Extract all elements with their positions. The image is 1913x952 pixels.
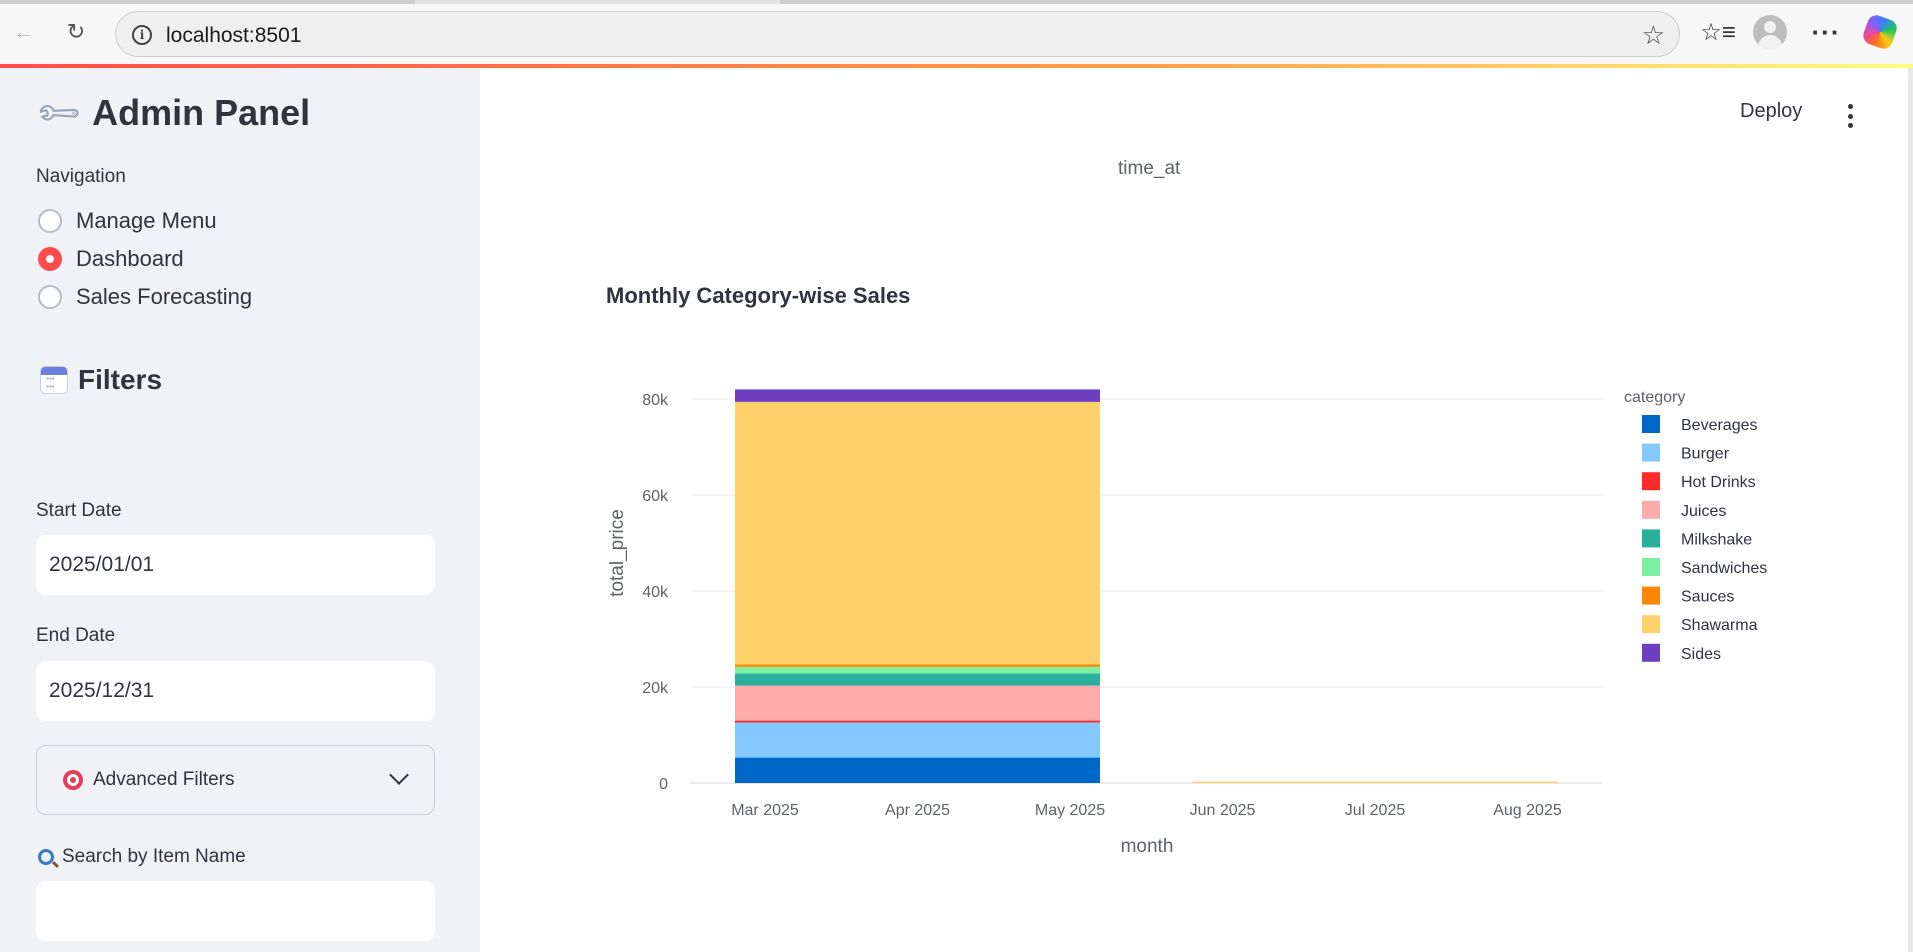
tab-indicator[interactable] — [0, 0, 415, 4]
legend-swatch[interactable] — [1642, 615, 1660, 634]
advanced-filters-expander[interactable]: Advanced Filters — [36, 745, 435, 815]
chart-title: Monthly Category-wise Sales — [606, 283, 911, 308]
chart-legend[interactable]: category Beverages Burger Hot Drinks Juices… — [1624, 389, 1767, 663]
radio-button-selected[interactable] — [38, 247, 62, 271]
bar-segment[interactable] — [735, 685, 1100, 721]
nav-option-dashboard[interactable]: Dashboard — [38, 246, 184, 272]
chart-bars[interactable] — [735, 389, 1558, 784]
x-tick-label: Aug 2025 — [1493, 802, 1562, 819]
radio-button[interactable] — [38, 209, 62, 233]
legend-swatch[interactable] — [1642, 415, 1660, 433]
legend-item-label[interactable]: Milkshake — [1681, 531, 1752, 548]
bar-segment[interactable] — [735, 720, 1100, 723]
legend-swatch[interactable] — [1642, 529, 1660, 548]
legend-swatch[interactable] — [1642, 443, 1660, 462]
wrench-icon: 🔧︎ — [33, 87, 85, 139]
legend-item-label[interactable]: Sandwiches — [1681, 560, 1767, 577]
bar-segment[interactable] — [735, 666, 1100, 674]
search-label-text: Search by Item Name — [62, 846, 246, 867]
end-date-label: End Date — [36, 625, 116, 646]
address-bar[interactable]: i localhost:8501 ☆ — [115, 11, 1680, 57]
legend-swatch[interactable] — [1642, 558, 1660, 576]
x-tick-label: May 2025 — [1035, 802, 1105, 819]
nav-option-label: Sales Forecasting — [76, 284, 253, 309]
reload-icon[interactable]: ↻ — [60, 16, 92, 48]
bar-segment[interactable] — [735, 664, 1100, 667]
copilot-icon[interactable] — [1860, 12, 1900, 52]
previous-chart-axis-label: time_at — [1118, 158, 1181, 179]
scrollbar[interactable] — [1908, 68, 1913, 952]
profile-icon[interactable] — [1752, 14, 1788, 50]
stacked-bar-chart[interactable]: 0 20k 40k 60k 80k Mar 2025 Apr 2025 May 2025 Jun… — [590, 375, 1830, 875]
nav-option-label: Dashboard — [76, 246, 184, 271]
radio-button[interactable] — [38, 285, 62, 309]
bar-segment[interactable] — [735, 673, 1100, 686]
sidebar-title-text: Admin Panel — [92, 92, 311, 133]
navigation-label: Navigation — [36, 166, 126, 187]
legend-item-label[interactable]: Sides — [1681, 646, 1721, 663]
more-icon[interactable]: ··· — [1808, 14, 1844, 50]
deploy-button[interactable]: Deploy — [1740, 100, 1802, 123]
x-tick-label: Apr 2025 — [885, 802, 950, 819]
filters-heading: Filters — [40, 364, 162, 396]
legend-title: category — [1624, 389, 1685, 406]
favorites-icon[interactable]: ☆≡ — [1700, 14, 1736, 50]
x-tick-label: Mar 2025 — [731, 802, 799, 819]
target-icon — [63, 770, 83, 790]
sidebar-title: 🔧︎ Admin Panel — [34, 88, 311, 138]
legend-item-label[interactable]: Beverages — [1681, 417, 1758, 434]
end-date-input[interactable] — [36, 661, 435, 721]
advanced-filters-label: Advanced Filters — [93, 769, 235, 790]
start-date-label: Start Date — [36, 500, 122, 521]
y-axis-label: total_price — [607, 509, 628, 597]
legend-item-label[interactable]: Sauces — [1681, 589, 1734, 606]
star-icon[interactable]: ☆ — [1642, 20, 1665, 51]
legend-item-label[interactable]: Juices — [1681, 503, 1726, 520]
browser-toolbar: ← ↻ i localhost:8501 ☆ ☆≡ ··· — [0, 0, 1913, 64]
tab-indicator[interactable] — [780, 0, 1913, 4]
search-input[interactable] — [36, 881, 435, 941]
calendar-icon — [40, 366, 68, 394]
y-tick-label: 20k — [642, 680, 669, 697]
y-tick-label: 80k — [642, 392, 669, 409]
bar-segment[interactable] — [735, 757, 1100, 783]
url-text[interactable]: localhost:8501 — [166, 24, 301, 48]
search-icon — [38, 849, 54, 865]
info-icon[interactable]: i — [132, 25, 152, 45]
legend-swatch[interactable] — [1642, 472, 1660, 491]
x-tick-label: Jun 2025 — [1190, 802, 1256, 819]
bar-segment[interactable] — [735, 401, 1100, 665]
x-axis-label: month — [1121, 836, 1174, 857]
legend-item-label[interactable]: Shawarma — [1681, 617, 1758, 634]
main-menu-icon[interactable] — [1846, 104, 1854, 128]
filters-heading-text: Filters — [78, 364, 163, 395]
nav-option-manage-menu[interactable]: Manage Menu — [38, 208, 217, 234]
nav-option-sales-forecasting[interactable]: Sales Forecasting — [38, 284, 252, 310]
back-arrow-icon[interactable]: ← — [8, 16, 40, 48]
y-tick-label: 40k — [642, 584, 669, 601]
x-tick-label: Jul 2025 — [1345, 802, 1406, 819]
legend-swatch[interactable] — [1642, 643, 1660, 662]
legend-item-label[interactable]: Burger — [1681, 446, 1730, 463]
legend-swatch[interactable] — [1642, 500, 1660, 519]
y-tick-label: 60k — [642, 488, 669, 505]
nav-option-label: Manage Menu — [76, 208, 217, 233]
legend-swatch[interactable] — [1642, 586, 1660, 605]
tab-strip — [0, 0, 1913, 4]
chevron-down-icon[interactable] — [389, 765, 409, 785]
search-label: Search by Item Name — [38, 846, 246, 868]
bar-segment[interactable] — [735, 722, 1100, 758]
bar-segment[interactable] — [1192, 781, 1558, 784]
start-date-input[interactable] — [36, 535, 435, 595]
y-tick-label: 0 — [659, 776, 668, 793]
bar-segment[interactable] — [735, 389, 1100, 402]
legend-item-label[interactable]: Hot Drinks — [1681, 474, 1756, 491]
